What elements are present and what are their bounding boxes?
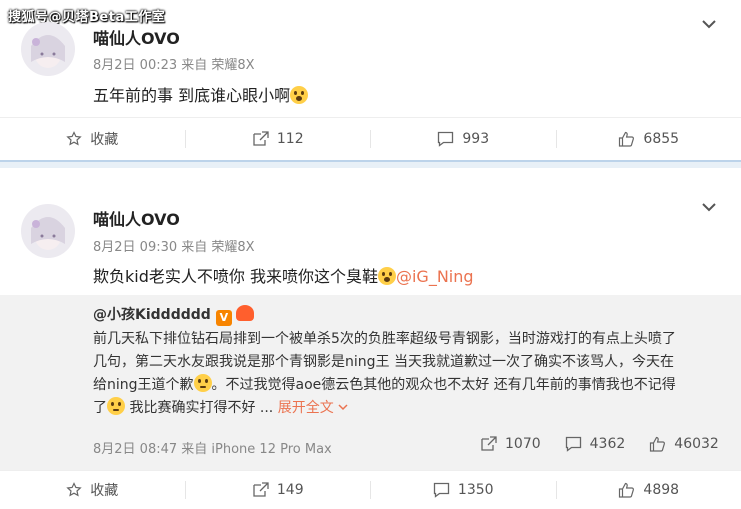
expand-full-text-link[interactable]: 展开全文 [278, 400, 334, 416]
like-count: 4898 [643, 481, 680, 498]
comment-count: 4362 [589, 436, 626, 452]
repost-icon [481, 436, 497, 451]
quoted-author-row: @小孩Kidddddd V [93, 304, 254, 326]
repost-count: 1070 [505, 436, 541, 452]
comment-count: 1350 [457, 481, 494, 498]
action-bar: 收藏 149 1350 4898 [0, 470, 741, 509]
thumbs-up-icon [619, 482, 635, 498]
repost-count: 149 [276, 481, 304, 498]
post-text: 欺负kid老实人不喷你 我来喷你这个臭鞋 @iG_Ning [93, 263, 474, 287]
post-separator [0, 160, 741, 168]
quoted-comment-button[interactable]: 4362 [565, 436, 626, 452]
star-icon [66, 131, 82, 146]
post-text: 五年前的事 到底谁心眼小啊 [93, 82, 309, 106]
quoted-line-part: 给ning王道个歉 [93, 377, 194, 393]
quoted-line: 几句，第二天水友跟我说是那个青钢影是ning王 当天我就道歉过一次了确实不该骂人… [93, 354, 674, 370]
chevron-down-icon[interactable] [337, 402, 349, 412]
thumbs-up-icon [650, 436, 666, 452]
post-text-body: 五年前的事 到底谁心眼小啊 [93, 86, 291, 105]
smile-emoji-icon [193, 374, 212, 392]
thumbs-up-icon [619, 131, 635, 147]
repost-icon [253, 131, 269, 146]
avatar[interactable] [21, 204, 75, 258]
repost-icon [253, 481, 269, 497]
quoted-actions: 1070 4362 46032 [480, 436, 719, 452]
comment-button[interactable]: 1350 [371, 482, 556, 498]
post-meta: 8月2日 09:30 来自 荣耀8X [93, 240, 255, 255]
comment-icon [565, 436, 581, 452]
mention-link[interactable]: @iG_Ning [396, 267, 474, 286]
repost-count: 112 [276, 131, 304, 147]
favorite-button[interactable]: 收藏 [0, 129, 185, 149]
quoted-line-part: 了 [93, 400, 107, 416]
post-text-body: 欺负kid老实人不喷你 我来喷你这个臭鞋 [93, 267, 378, 286]
comment-icon [438, 131, 454, 147]
post-author[interactable]: 喵仙人OVO [93, 25, 180, 49]
favorite-label: 收藏 [90, 132, 119, 148]
quoted-line: 前几天私下排位钻石局排到一个被单杀5次的负胜率超级号青钢影，当时游戏打的有点上头… [93, 331, 676, 347]
comment-button[interactable]: 993 [371, 131, 556, 147]
shocked-emoji-icon [377, 267, 396, 285]
chevron-down-icon[interactable] [698, 196, 720, 218]
quoted-meta: 8月2日 08:47 来自 iPhone 12 Pro Max [93, 442, 332, 457]
chevron-down-icon[interactable] [698, 13, 720, 35]
quoted-line: 给ning王道个歉 。不过我觉得aoe德云色其他的观众也不太好 还有几年前的事情我… [93, 374, 733, 397]
shocked-emoji-icon [290, 86, 309, 104]
smile-emoji-icon [107, 397, 125, 415]
quoted-line-part: 。不过我觉得aoe德云色其他的观众也不太好 还有几年前的事情我也不记得 [211, 377, 676, 393]
comment-icon [433, 482, 450, 498]
star-icon [66, 481, 82, 496]
post-meta: 8月2日 00:23 来自 荣耀8X [93, 58, 255, 73]
quoted-line-part: 我比赛确实打得不好 ... [125, 400, 274, 416]
quoted-post[interactable]: @小孩Kidddddd V 前几天私下排位钻石局排到一个被单杀5次的负胜率超级号… [0, 295, 741, 470]
like-count: 6855 [643, 131, 680, 147]
quoted-line: 了 我比赛确实打得不好 ... 展开全文 [93, 397, 733, 420]
quoted-text: 前几天私下排位钻石局排到一个被单杀5次的负胜率超级号青钢影，当时游戏打的有点上头… [93, 328, 733, 420]
quoted-like-button[interactable]: 46032 [649, 436, 719, 452]
avatar[interactable] [21, 22, 75, 76]
repost-button[interactable]: 112 [186, 131, 371, 147]
favorite-label: 收藏 [90, 482, 119, 499]
like-button[interactable]: 4898 [557, 482, 741, 498]
quoted-repost-button[interactable]: 1070 [480, 436, 541, 452]
verified-badge-icon: V [215, 310, 232, 326]
watermark-text: 搜狐号@贝塔Beta工作室 [8, 10, 166, 25]
quoted-author[interactable]: @小孩Kidddddd [93, 307, 211, 323]
like-count: 46032 [674, 436, 719, 452]
comment-count: 993 [462, 131, 490, 147]
post-author[interactable]: 喵仙人OVO [93, 206, 180, 230]
member-badge-icon [235, 305, 254, 321]
repost-button[interactable]: 149 [186, 482, 371, 498]
like-button[interactable]: 6855 [557, 131, 741, 147]
favorite-button[interactable]: 收藏 [0, 480, 185, 500]
action-bar: 收藏 112 993 6855 [0, 117, 741, 161]
